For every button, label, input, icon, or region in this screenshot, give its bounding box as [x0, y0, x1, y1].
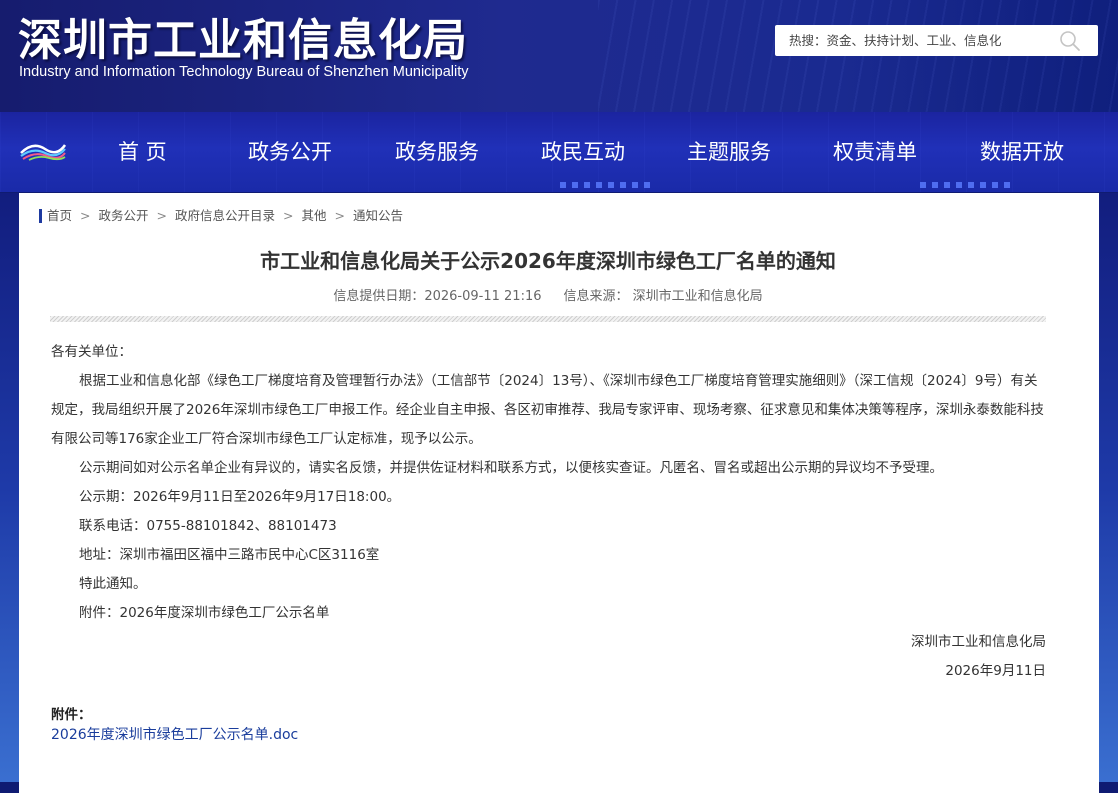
- search-box: [775, 25, 1098, 56]
- left-background-decoration: [0, 193, 19, 782]
- title-divider: [50, 316, 1046, 322]
- signature-org: 深圳市工业和信息化局: [911, 634, 1046, 650]
- closing-line: 特此通知。: [79, 576, 147, 592]
- nav-stripe-decoration: [560, 182, 650, 188]
- nav-item-open-data[interactable]: 数据开放: [980, 136, 1064, 166]
- paragraph-objection: 公示期间如对公示名单企业有异议的，请实名反馈，并提供佐证材料和联系方式，以便核实…: [79, 460, 943, 476]
- nav-item-interaction[interactable]: 政民互动: [541, 136, 625, 166]
- breadcrumb-notices[interactable]: 通知公告: [353, 208, 403, 223]
- search-input[interactable]: [775, 25, 1059, 56]
- site-subtitle: Industry and Information Technology Bure…: [19, 64, 469, 80]
- breadcrumb-separator: >: [80, 208, 91, 223]
- article-meta: 信息提供日期：2026-09-11 21:16 信息来源： 深圳市工业和信息化局: [19, 285, 1077, 304]
- nav-item-duties-list[interactable]: 权责清单: [833, 136, 917, 166]
- main-nav: 首 页 政务公开 政务服务 政民互动 主题服务 权责清单 数据开放: [0, 112, 1118, 192]
- right-background-decoration: [1099, 193, 1118, 782]
- publicity-period: 公示期：2026年9月11日至2026年9月17日18:00。: [79, 489, 401, 505]
- breadcrumb-separator: >: [283, 208, 294, 223]
- breadcrumb-separator: >: [156, 208, 167, 223]
- breadcrumb-other[interactable]: 其他: [302, 208, 327, 223]
- home-logo-icon[interactable]: [19, 139, 67, 161]
- search-icon[interactable]: [1059, 30, 1081, 52]
- site-title[interactable]: 深圳市工业和信息化局: [18, 4, 468, 68]
- article-source: 信息来源： 深圳市工业和信息化局: [563, 289, 763, 304]
- salutation: 各有关单位：: [51, 344, 132, 360]
- attachments-label: 附件：: [51, 707, 92, 723]
- nav-stripe-decoration-2: [920, 182, 1010, 188]
- nav-item-home[interactable]: 首 页: [118, 136, 167, 166]
- site-header: 深圳市工业和信息化局 Industry and Information Tech…: [0, 0, 1118, 112]
- contact-phone: 联系电话：0755-88101842、88101473: [79, 518, 337, 534]
- signature-date: 2026年9月11日: [945, 663, 1046, 679]
- paragraph-main: 根据工业和信息化部《绿色工厂梯度培育及管理暂行办法》（工信部节〔2024〕13号…: [51, 373, 1044, 447]
- article-date: 信息提供日期：2026-09-11 21:16: [333, 289, 542, 304]
- nav-item-gov-services[interactable]: 政务服务: [395, 136, 479, 166]
- attachment-note: 附件：2026年度深圳市绿色工厂公示名单: [79, 605, 330, 621]
- nav-item-gov-affairs[interactable]: 政务公开: [248, 136, 332, 166]
- article-panel: 首页 > 政务公开 > 政府信息公开目录 > 其他 > 通知公告 市工业和信息化局关于公示202…: [19, 193, 1099, 793]
- breadcrumb-gov-affairs[interactable]: 政务公开: [99, 208, 149, 223]
- article-body: 各有关单位： 根据工业和信息化部《绿色工厂梯度培育及管理暂行办法》（工信部节〔2…: [51, 338, 1046, 686]
- nav-item-topics[interactable]: 主题服务: [687, 136, 771, 166]
- breadcrumb-home[interactable]: 首页: [47, 208, 72, 223]
- article-title: 市工业和信息化局关于公示2026年度深圳市绿色工厂名单的通知: [260, 249, 836, 273]
- contact-address: 地址：深圳市福田区福中三路市民中心C区3116室: [79, 547, 380, 563]
- breadcrumb-info-catalog[interactable]: 政府信息公开目录: [175, 208, 275, 223]
- attachment-download-link[interactable]: 2026年度深圳市绿色工厂公示名单.doc: [51, 724, 298, 744]
- breadcrumb: 首页 > 政务公开 > 政府信息公开目录 > 其他 > 通知公告: [39, 209, 403, 223]
- breadcrumb-separator: >: [334, 208, 345, 223]
